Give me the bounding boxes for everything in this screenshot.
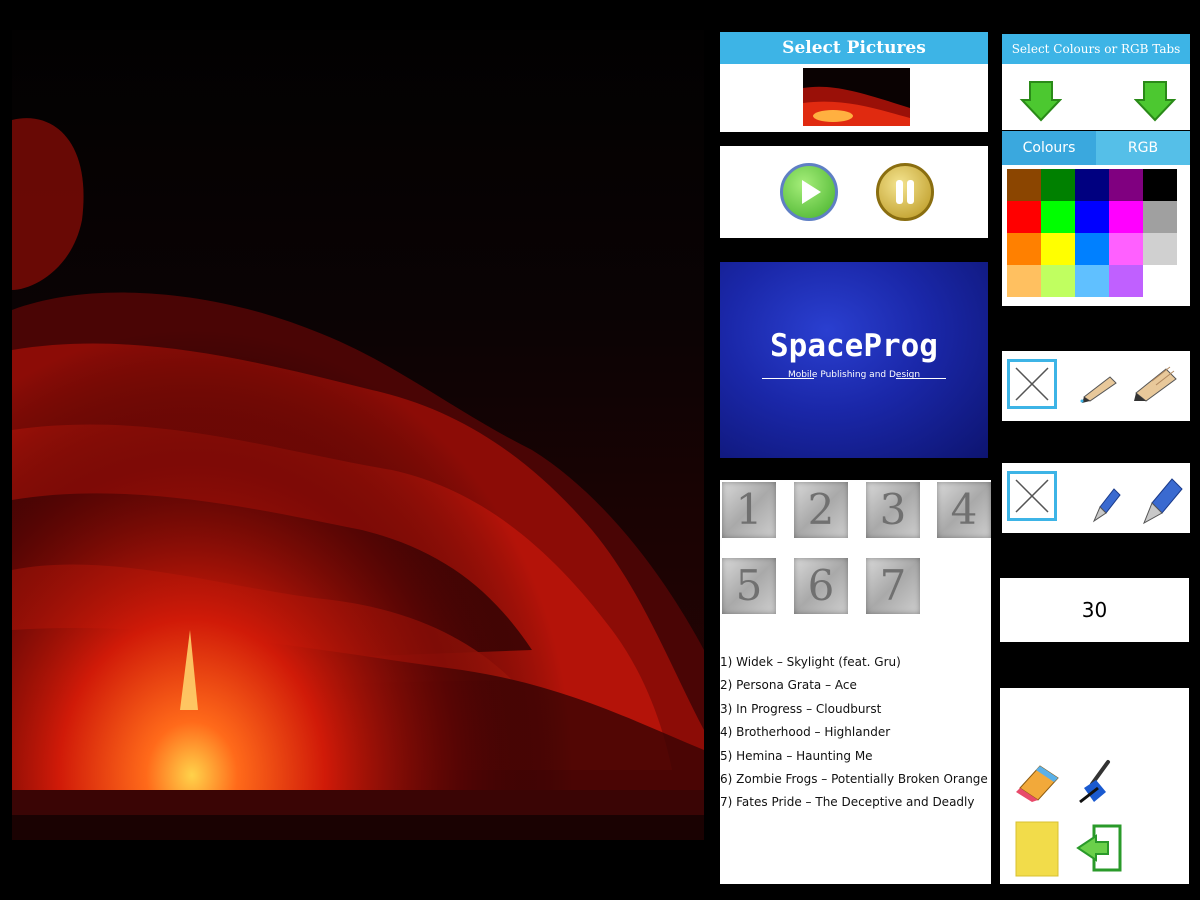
bottom-tools-panel: [1000, 688, 1189, 884]
colour-swatch[interactable]: [1007, 169, 1041, 201]
colour-swatch[interactable]: [1109, 265, 1143, 297]
track-button-2[interactable]: 2: [794, 482, 848, 538]
logo-title: SpaceProg: [770, 328, 938, 364]
play-button[interactable]: [780, 163, 838, 221]
painting-canvas[interactable]: [12, 30, 704, 840]
track-panel: 1 2 3 4 5 6 7 1) Widek – Skylight (feat.…: [720, 480, 991, 884]
colour-swatch[interactable]: [1041, 169, 1075, 201]
colour-swatch[interactable]: [1075, 233, 1109, 265]
track-list-item[interactable]: 1) Widek – Skylight (feat. Gru): [720, 655, 901, 669]
colour-selector-panel: Select Colours or RGB Tabs: [1002, 34, 1190, 130]
colour-swatch[interactable]: [1075, 265, 1109, 297]
colour-swatch[interactable]: [1041, 201, 1075, 233]
pause-button[interactable]: [876, 163, 934, 221]
colour-swatch[interactable]: [1109, 169, 1143, 201]
colour-swatch[interactable]: [1143, 233, 1177, 265]
squeegee-clear-icon[interactable]: [1078, 758, 1120, 808]
clear-pen-button[interactable]: [1007, 359, 1057, 409]
spaceprog-logo: SpaceProg Mobile Publishing and Design: [720, 262, 988, 458]
logo-tagline: Mobile Publishing and Design: [787, 370, 921, 380]
colour-swatch[interactable]: [1007, 233, 1041, 265]
picture-thumbnail[interactable]: [803, 68, 910, 126]
playback-panel: [720, 146, 988, 238]
select-pictures-title: Select Pictures: [720, 32, 988, 64]
colour-selector-title: Select Colours or RGB Tabs: [1002, 34, 1190, 64]
eraser-icon[interactable]: [1014, 760, 1062, 804]
track-list-item[interactable]: 2) Persona Grata – Ace: [720, 678, 857, 692]
track-list-item[interactable]: 6) Zombie Frogs – Potentially Broken Ora…: [720, 772, 988, 786]
small-marker-icon[interactable]: [1086, 483, 1122, 523]
large-marker-icon[interactable]: [1136, 475, 1186, 525]
brush-size-display[interactable]: 30: [1000, 578, 1189, 642]
clear-brush-button[interactable]: [1007, 471, 1057, 521]
notepad-icon[interactable]: [1014, 820, 1060, 878]
pause-icon: [896, 180, 914, 204]
thick-pencil-icon[interactable]: [1130, 363, 1182, 403]
arrow-down-left-icon[interactable]: [1016, 80, 1062, 122]
colour-swatch[interactable]: [1041, 233, 1075, 265]
volcano-painting: [12, 30, 704, 840]
colour-swatch[interactable]: [1007, 265, 1041, 297]
track-list-item[interactable]: 5) Hemina – Haunting Me: [720, 749, 873, 763]
colour-swatch[interactable]: [1109, 201, 1143, 233]
track-list-item[interactable]: 4) Brotherhood – Highlander: [720, 725, 890, 739]
select-pictures-panel: Select Pictures: [720, 32, 988, 132]
tab-rgb[interactable]: RGB: [1096, 131, 1190, 165]
exit-icon[interactable]: [1074, 822, 1126, 874]
track-list-item[interactable]: 7) Fates Pride – The Deceptive and Deadl…: [720, 795, 974, 809]
colour-swatch[interactable]: [1041, 265, 1075, 297]
colour-swatch[interactable]: [1075, 201, 1109, 233]
track-list-item[interactable]: 3) In Progress – Cloudburst: [720, 702, 881, 716]
track-button-3[interactable]: 3: [866, 482, 920, 538]
track-button-5[interactable]: 5: [722, 558, 776, 614]
thin-pencil-icon[interactable]: [1080, 371, 1122, 405]
colour-tabs-panel: Colours RGB: [1002, 131, 1190, 306]
arrow-down-right-icon[interactable]: [1134, 80, 1180, 122]
close-icon: [1015, 367, 1049, 401]
track-button-6[interactable]: 6: [794, 558, 848, 614]
close-icon: [1015, 479, 1049, 513]
track-button-4[interactable]: 4: [937, 482, 991, 538]
colour-swatch[interactable]: [1143, 169, 1177, 201]
colour-swatch[interactable]: [1143, 201, 1177, 233]
pen-tool-row: [1002, 351, 1190, 421]
play-icon: [802, 180, 821, 204]
colour-swatch[interactable]: [1007, 201, 1041, 233]
track-button-1[interactable]: 1: [722, 482, 776, 538]
logo-divider-right: [896, 378, 946, 379]
brush-tool-row: [1002, 463, 1190, 533]
colour-swatch[interactable]: [1109, 233, 1143, 265]
colour-swatch[interactable]: [1143, 265, 1177, 297]
track-button-7[interactable]: 7: [866, 558, 920, 614]
colour-swatch[interactable]: [1075, 169, 1109, 201]
tab-colours[interactable]: Colours: [1002, 131, 1096, 165]
